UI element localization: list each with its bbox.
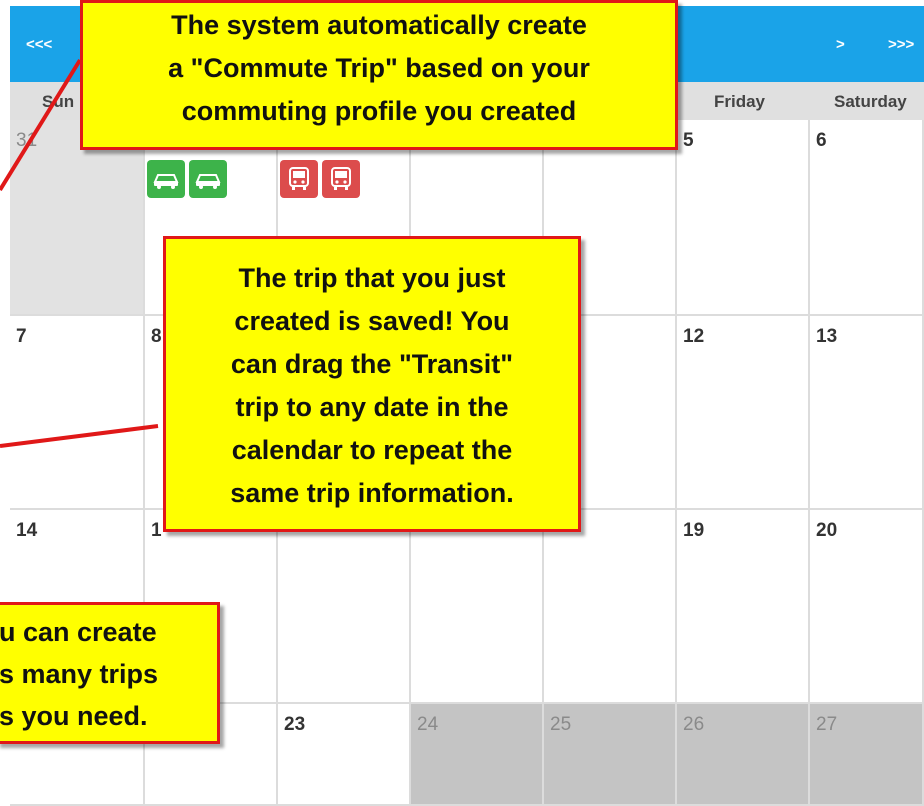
callout-line: same trip information. [230, 478, 514, 508]
callout-line: can drag the "Transit" [230, 349, 514, 379]
callout-commute-trip: The system automatically create a "Commu… [80, 0, 678, 150]
pointer-line [0, 424, 159, 448]
pointer-line [0, 58, 82, 192]
callout-line: u can create [0, 617, 157, 647]
callout-line: The trip that you just [238, 263, 506, 293]
callout-line: created is saved! You [234, 306, 510, 336]
callout-line: commuting profile you created [181, 96, 577, 126]
callout-line: s you need. [0, 701, 148, 731]
callout-trip-saved: The trip that you just created is saved!… [163, 236, 581, 532]
callout-many-trips: u can create s many trips s you need. [0, 602, 220, 744]
callout-line: a "Commute Trip" based on your [168, 53, 590, 83]
callout-line: The system automatically create [171, 10, 587, 40]
callout-line: s many trips [0, 659, 159, 689]
callout-line: trip to any date in the [235, 392, 509, 422]
callout-line: calendar to repeat the [231, 435, 513, 465]
